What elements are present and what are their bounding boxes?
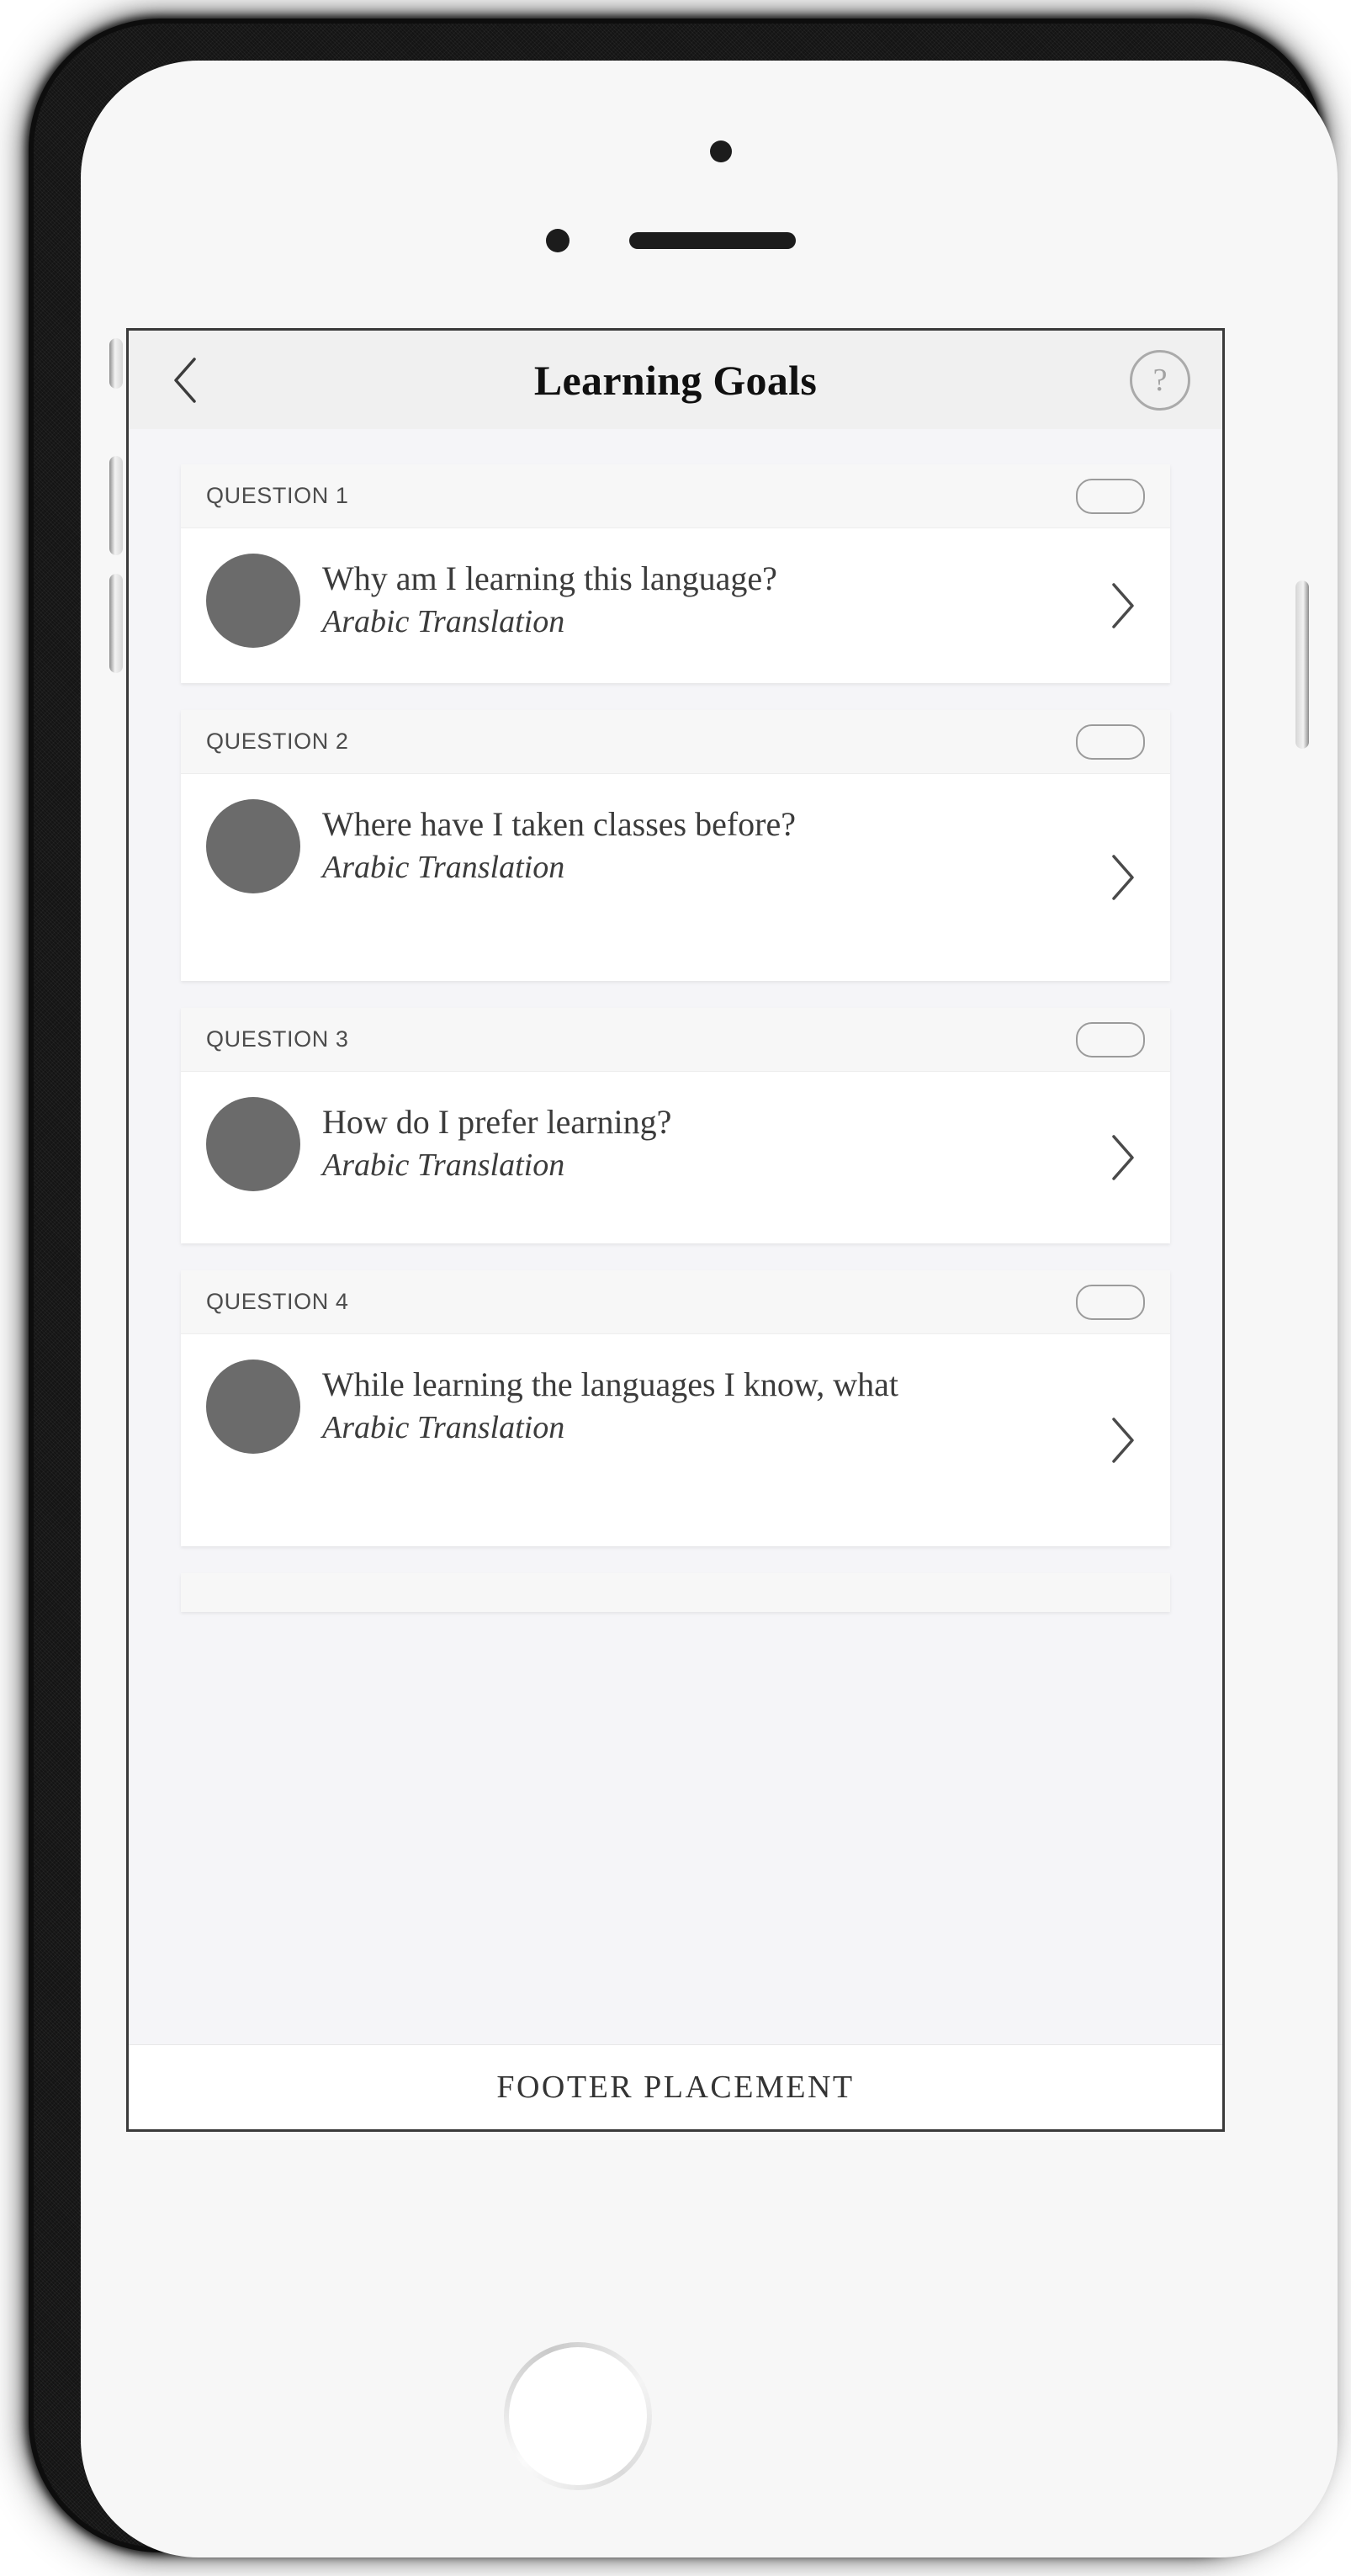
question-toggle[interactable]: [1076, 724, 1145, 760]
chevron-right-icon[interactable]: [1103, 1415, 1142, 1466]
question-card[interactable]: QUESTION 2 Where have I taken classes bef…: [181, 710, 1170, 981]
card-body: While learning the languages I know, wha…: [181, 1334, 1170, 1546]
page-title: Learning Goals: [533, 356, 818, 404]
chevron-right-icon[interactable]: [1103, 852, 1142, 903]
question-text: Why am I learning this language?: [322, 559, 777, 597]
card-text: Where have I taken classes before? Arabic…: [322, 796, 1145, 887]
volume-up-button[interactable]: [109, 456, 123, 555]
card-header: QUESTION 2: [181, 710, 1170, 774]
card-body: How do I prefer learning? Arabic Translat…: [181, 1072, 1170, 1243]
avatar: [206, 799, 300, 893]
question-text: How do I prefer learning?: [322, 1103, 672, 1141]
help-circle-icon: ?: [1152, 362, 1168, 398]
question-toggle[interactable]: [1076, 1021, 1145, 1057]
question-number-label: QUESTION 4: [206, 1289, 349, 1314]
question-toggle[interactable]: [1076, 1284, 1145, 1320]
avatar: [206, 554, 300, 648]
chevron-right-icon[interactable]: [1103, 1132, 1142, 1183]
card-body: Where have I taken classes before? Arabic…: [181, 774, 1170, 981]
card-header: QUESTION 1: [181, 464, 1170, 528]
power-button[interactable]: [1295, 580, 1309, 749]
app-footer: FOOTER PLACEMENT: [129, 2044, 1222, 2129]
question-card[interactable]: QUESTION 4 While learning the languages I…: [181, 1270, 1170, 1546]
home-button[interactable]: [504, 2342, 652, 2490]
question-number-label: QUESTION 3: [206, 1026, 349, 1052]
card-text: How do I prefer learning? Arabic Translat…: [322, 1094, 1145, 1185]
card-header: QUESTION 4: [181, 1270, 1170, 1334]
footer-label: FOOTER PLACEMENT: [496, 2070, 855, 2105]
volume-down-button[interactable]: [109, 574, 123, 673]
question-card-partial[interactable]: [181, 1573, 1170, 1612]
card-text: While learning the languages I know, wha…: [322, 1356, 1145, 1447]
card-header: [181, 1573, 1170, 1612]
earpiece-speaker-icon: [629, 232, 796, 249]
question-text: While learning the languages I know, wha…: [322, 1365, 898, 1403]
translation-text: Arabic Translation: [322, 849, 565, 885]
sensor-row: [81, 229, 1338, 252]
help-button[interactable]: ?: [1130, 349, 1190, 411]
question-text: Where have I taken classes before?: [322, 805, 797, 843]
mute-switch-button[interactable]: [109, 338, 123, 389]
card-header: QUESTION 3: [181, 1008, 1170, 1072]
question-number-label: QUESTION 1: [206, 483, 349, 508]
avatar: [206, 1097, 300, 1191]
card-body: Why am I learning this language? Arabic T…: [181, 528, 1170, 683]
translation-text: Arabic Translation: [322, 1147, 565, 1183]
question-number-label: QUESTION 2: [206, 729, 349, 754]
card-text: Why am I learning this language? Arabic T…: [322, 550, 1145, 641]
question-toggle[interactable]: [1076, 478, 1145, 514]
question-list[interactable]: QUESTION 1 Why am I learning this languag…: [129, 429, 1222, 2129]
proximity-sensor-icon: [546, 229, 570, 252]
translation-text: Arabic Translation: [322, 1409, 565, 1445]
back-button[interactable]: [161, 356, 209, 405]
phone-screen: Learning Goals ? QUESTION 1 Why am I lear…: [126, 328, 1225, 2132]
chevron-left-icon: [171, 357, 199, 404]
question-card[interactable]: QUESTION 1 Why am I learning this languag…: [181, 464, 1170, 683]
app-header: Learning Goals ?: [129, 331, 1222, 429]
translation-text: Arabic Translation: [322, 603, 565, 639]
front-camera-icon: [710, 140, 732, 162]
avatar: [206, 1360, 300, 1454]
question-card[interactable]: QUESTION 3 How do I prefer learning? Arabi…: [181, 1008, 1170, 1243]
chevron-right-icon[interactable]: [1103, 580, 1142, 631]
